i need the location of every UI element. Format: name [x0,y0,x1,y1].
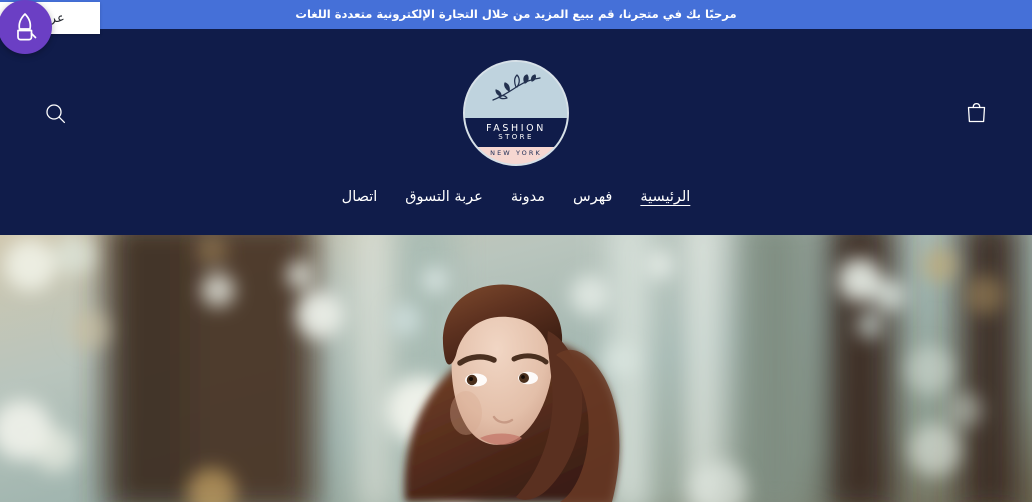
hero-section: تصفح متجر الأزياء العالمية لدينا [0,235,1032,502]
site-header: FASHION STORE NEW YORK الرئيسية فهرس مدو… [0,29,1032,235]
announcement-bar: مرحبًا بك في متجرنا، قم ببيع المزيد من خ… [0,0,1032,29]
hero-background-image [0,235,1032,502]
logo-location-band: NEW YORK [465,147,567,164]
logo-wordmark: FASHION STORE [465,118,567,147]
search-icon[interactable] [40,98,70,128]
nav-item-contact[interactable]: اتصال [341,188,379,207]
nav-item-home[interactable]: الرئيسية [639,188,691,207]
quill-pen-icon[interactable] [0,0,52,54]
logo-location: NEW YORK [490,149,542,157]
nav-item-catalog[interactable]: فهرس [572,188,613,207]
branch-leaves-icon [465,62,567,118]
nav-item-cart[interactable]: عربة التسوق [404,188,484,207]
brand-logo[interactable]: FASHION STORE NEW YORK [463,60,569,166]
announcement-text: مرحبًا بك في متجرنا، قم ببيع المزيد من خ… [295,6,737,21]
logo-brand-name: FASHION [486,122,546,134]
main-navigation: الرئيسية فهرس مدونة عربة التسوق اتصال [0,188,1032,207]
nav-item-blog[interactable]: مدونة [510,188,546,207]
logo-brand-sub: STORE [498,133,534,142]
storefront-page: مرحبًا بك في متجرنا، قم ببيع المزيد من خ… [0,0,1032,502]
shopping-bag-icon[interactable] [961,98,991,128]
